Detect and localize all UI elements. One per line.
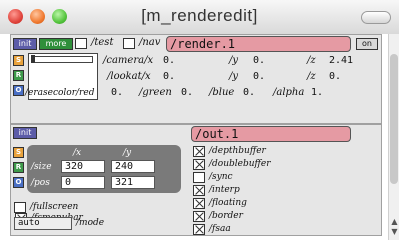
- pos-label: /pos: [31, 178, 50, 188]
- x-column-label: /x: [73, 148, 82, 158]
- fullscreen-label: /fullscreen: [30, 202, 79, 212]
- toggle-label: /sync: [209, 172, 233, 182]
- scroll-down-icon[interactable]: ▼: [389, 228, 399, 236]
- green-label: /green: [139, 87, 172, 98]
- alpha-number[interactable]: 1.: [311, 87, 323, 99]
- window-attribute-toggles: /depthbuffer/doublebuffer/sync/interp/fl…: [193, 146, 353, 236]
- erasecolor-red-label: /erasecolor/red: [25, 88, 95, 98]
- init-button[interactable]: init: [13, 38, 37, 50]
- scroll-up-icon[interactable]: ▲: [389, 218, 399, 226]
- r-button[interactable]: R: [13, 162, 24, 173]
- render-message-box[interactable]: /render.1: [166, 36, 351, 52]
- camera-z-label: /z: [307, 55, 316, 66]
- vertical-scrollbar[interactable]: ▲ ▼: [388, 34, 399, 240]
- s-button[interactable]: S: [13, 55, 24, 66]
- toggle-label: /interp: [209, 185, 240, 195]
- camera-y-number[interactable]: 0.: [253, 55, 265, 67]
- y-column-label: /y: [123, 148, 132, 158]
- title-bar[interactable]: [m_renderedit]: [0, 0, 399, 35]
- nav-toggle[interactable]: [123, 38, 135, 49]
- camera-y-label: /y: [229, 55, 239, 66]
- fullscreen-toggle[interactable]: [14, 202, 26, 213]
- mode-menu[interactable]: auto: [14, 217, 72, 230]
- size-x-number[interactable]: 320: [61, 160, 105, 173]
- camera-x-label: /camera/x: [103, 55, 154, 66]
- on-button[interactable]: on: [356, 38, 378, 50]
- test-label: /test: [91, 37, 114, 48]
- lookat-z-label: /z: [307, 71, 316, 82]
- erasecolor-red-number[interactable]: 0.: [111, 87, 123, 99]
- scrollbar-thumb[interactable]: [390, 54, 398, 184]
- init-button[interactable]: init: [13, 127, 37, 139]
- size-label: /size: [31, 162, 52, 172]
- alpha-label: /alpha: [273, 87, 305, 98]
- toggle-label: /depthbuffer: [209, 146, 266, 156]
- lookat-y-label: /y: [229, 71, 239, 82]
- lookat-y-number[interactable]: 0.: [253, 71, 265, 83]
- toggle-label: /fsaa: [209, 224, 231, 234]
- lookat-x-label: /lookat/x: [107, 71, 151, 82]
- test-toggle[interactable]: [75, 38, 87, 49]
- pos-x-number[interactable]: 0: [61, 176, 105, 189]
- o-button[interactable]: O: [13, 85, 24, 96]
- toggle-depthbuffer[interactable]: [193, 146, 205, 157]
- mode-label: /mode: [76, 218, 105, 228]
- lookat-x-number[interactable]: 0.: [163, 71, 175, 83]
- o-button[interactable]: O: [13, 177, 24, 188]
- more-button[interactable]: more: [39, 38, 73, 50]
- toggle-label: /border: [209, 211, 243, 221]
- toggle-label: /floating: [209, 198, 247, 208]
- size-y-number[interactable]: 240: [111, 160, 155, 173]
- patch-canvas: init more /test /nav /render.1 on S R O …: [0, 34, 388, 240]
- blue-number[interactable]: 0.: [243, 87, 255, 99]
- camera-z-number[interactable]: 2.41: [329, 55, 353, 67]
- navigation-slider-thumb[interactable]: [31, 55, 35, 63]
- toggle-label: /doublebuffer: [209, 159, 271, 169]
- lookat-z-number[interactable]: 0.: [329, 71, 341, 83]
- app-window: [m_renderedit] init more /test /nav /ren…: [0, 0, 399, 240]
- window-title: [m_renderedit]: [141, 6, 258, 25]
- green-number[interactable]: 0.: [181, 87, 193, 99]
- out-message-box[interactable]: /out.1: [191, 126, 351, 142]
- r-button[interactable]: R: [13, 70, 24, 81]
- blue-label: /blue: [209, 87, 235, 98]
- toggle-doublebuffer[interactable]: [193, 159, 205, 170]
- toggle-border[interactable]: [193, 211, 205, 222]
- navigation-slider[interactable]: [31, 56, 93, 63]
- size-position-box: /x /y /size 320 240 /pos 0 321: [27, 145, 181, 193]
- toggle-fsaa[interactable]: [193, 224, 205, 235]
- toggle-floating[interactable]: [193, 198, 205, 209]
- toggle-sync[interactable]: [193, 172, 205, 183]
- camera-panel: init more /test /nav /render.1 on S R O …: [10, 34, 382, 124]
- camera-x-number[interactable]: 0.: [163, 55, 175, 67]
- nav-label: /nav: [139, 37, 161, 48]
- s-button[interactable]: S: [13, 147, 24, 158]
- pos-y-number[interactable]: 321: [111, 176, 155, 189]
- toggle-interp[interactable]: [193, 185, 205, 196]
- toolbar-toggle-button[interactable]: [361, 11, 391, 24]
